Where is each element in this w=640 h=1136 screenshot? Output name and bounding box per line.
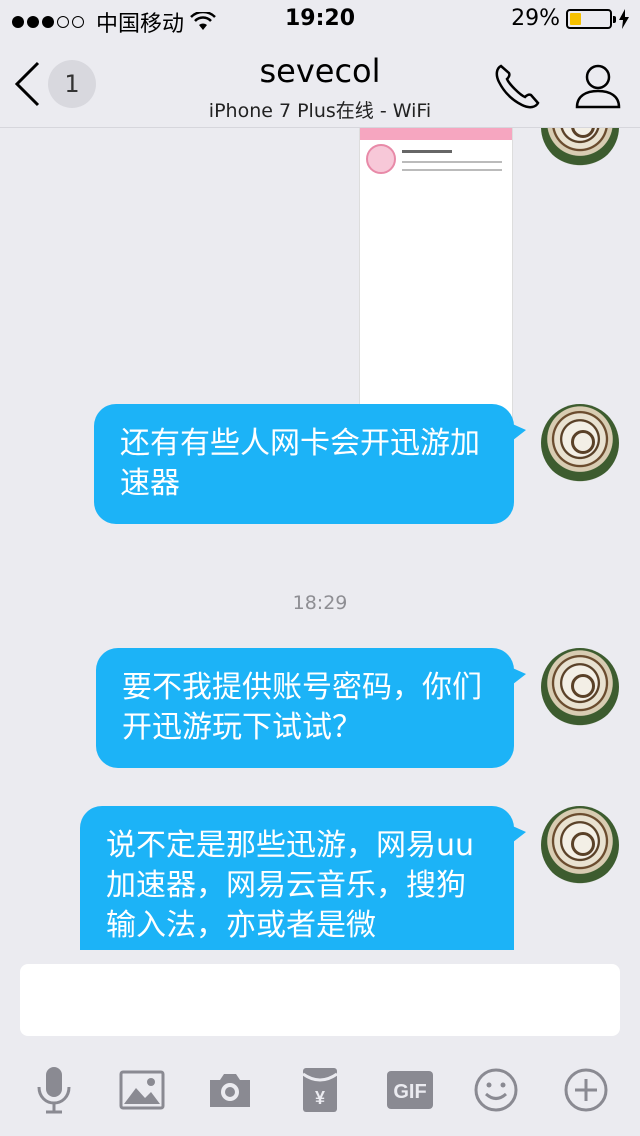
gif-label: GIF: [393, 1081, 426, 1103]
battery-level: [570, 12, 582, 25]
message-bubble[interactable]: 说不定是那些迅游，网易uu加速器，网易云音乐，搜狗输入法，亦或者是微: [80, 806, 526, 950]
screenshot-avatar: [366, 144, 396, 174]
camera-icon[interactable]: [200, 1060, 260, 1120]
message-timestamp: 18:29: [292, 592, 348, 614]
red-packet-icon[interactable]: ¥: [290, 1060, 350, 1120]
message-bubble[interactable]: 要不我提供账号密码，你们开迅游玩下试试？: [96, 648, 526, 768]
online-status: iPhone 7 Plus在线 - WiFi: [208, 100, 432, 122]
avatar[interactable]: [541, 648, 619, 726]
plus-icon[interactable]: [556, 1060, 616, 1120]
chat-title: sevecol: [259, 52, 381, 90]
avatar[interactable]: [541, 128, 619, 166]
battery-percent: 29%: [511, 6, 560, 31]
message-bubble[interactable]: 还有有些人网卡会开迅游加速器: [94, 404, 526, 524]
battery-icon: [566, 8, 616, 29]
emoji-icon[interactable]: [466, 1060, 526, 1120]
image-icon[interactable]: [112, 1060, 172, 1120]
input-area: ¥ GIF: [0, 950, 640, 1136]
message-text: 还有有些人网卡会开迅游加速器: [120, 426, 480, 501]
message-text: 要不我提供账号密码，你们开迅游玩下试试？: [122, 670, 482, 745]
status-bar: 中国移动 19:20 29%: [0, 0, 640, 40]
battery-status: 29%: [511, 6, 630, 31]
chat-area: 还有有些人网卡会开迅游加速器 18:29 要不我提供账号密码，你们开迅游玩下试试…: [0, 128, 640, 950]
input-toolbar: ¥ GIF: [0, 1060, 640, 1120]
svg-text:¥: ¥: [315, 1088, 325, 1108]
charging-icon: [619, 8, 629, 29]
profile-icon[interactable]: [572, 60, 624, 112]
phone-call-icon[interactable]: [492, 60, 544, 112]
navigation-bar: 1 sevecol iPhone 7 Plus在线 - WiFi: [0, 40, 640, 128]
message-input[interactable]: [20, 964, 620, 1036]
microphone-icon[interactable]: [24, 1060, 84, 1120]
avatar[interactable]: [541, 806, 619, 884]
screenshot-tabs: [360, 128, 512, 140]
avatar[interactable]: [541, 404, 619, 482]
screenshot-content: [366, 144, 502, 174]
gif-icon[interactable]: GIF: [380, 1060, 440, 1120]
message-text: 说不定是那些迅游，网易uu加速器，网易云音乐，搜狗输入法，亦或者是微: [106, 828, 475, 943]
